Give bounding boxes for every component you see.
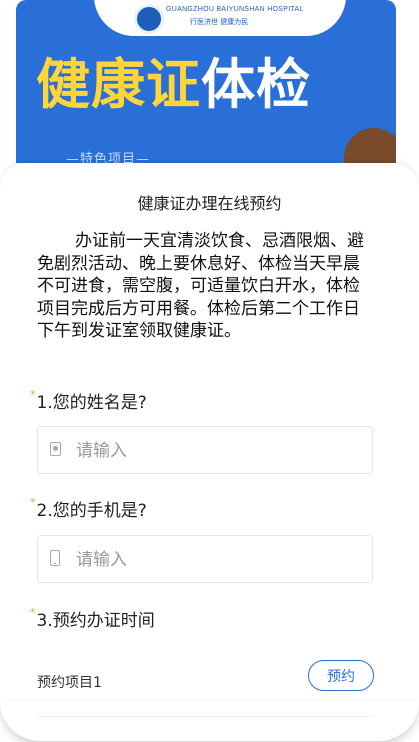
required-star: * — [30, 606, 36, 619]
question-time-label: *3.预约办证时间 — [30, 606, 155, 631]
banner-headline: 健康证体检 — [36, 58, 311, 112]
question-name-label: *1.您的姓名是? — [30, 388, 147, 413]
question-phone-label: *2.您的手机是? — [30, 496, 147, 521]
form-intro: 办证前一天宜清淡饮食、忌酒限烟、避免剧烈活动、晚上要休息好、体检当天早晨不可进食… — [37, 231, 364, 341]
required-star: * — [30, 388, 36, 401]
headline-part2: 体检 — [201, 53, 311, 116]
form-title: 健康证办理在线预约 — [137, 194, 282, 213]
question-phone-text: 2.您的手机是? — [36, 501, 147, 521]
slot-divider — [37, 716, 373, 717]
question-name-text: 1.您的姓名是? — [36, 393, 147, 413]
question-time-text: 3.预约办证时间 — [36, 611, 155, 631]
hospital-slogan: 行医济世 健康为民 — [190, 18, 249, 26]
name-field[interactable] — [37, 426, 373, 475]
card-bottom-edge — [0, 701, 419, 742]
banner-tag: —特色项目— — [66, 152, 151, 163]
hospital-emblem-icon — [134, 4, 164, 34]
phone-field[interactable] — [37, 535, 373, 584]
name-input[interactable] — [74, 427, 358, 475]
hospital-name-en: GUANGZHOU BAIYUNSHAN HOSPITAL — [166, 6, 304, 13]
phone-icon — [50, 550, 60, 566]
book-button[interactable]: 预约 — [308, 660, 374, 691]
hero-banner: GUANGZHOU BAIYUNSHAN HOSPITAL 行医济世 健康为民 … — [16, 0, 396, 163]
banner-illustration — [344, 128, 396, 163]
required-star: * — [30, 496, 36, 509]
phone-input[interactable] — [74, 536, 358, 584]
user-icon — [50, 442, 61, 456]
slot-label: 预约项目1 — [37, 675, 102, 691]
headline-part1: 健康证 — [36, 53, 201, 116]
